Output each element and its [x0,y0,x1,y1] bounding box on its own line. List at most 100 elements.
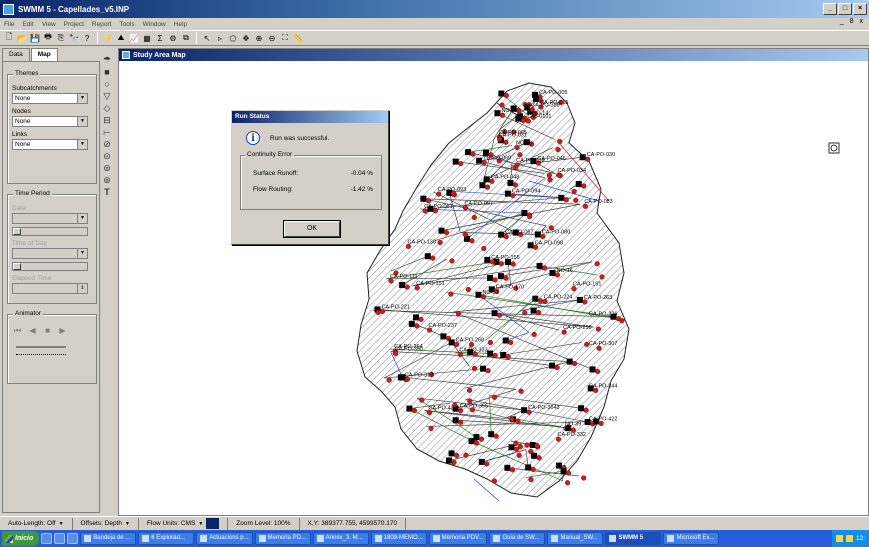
subcatchment-centroid[interactable] [498,90,505,97]
junction-node[interactable] [496,312,503,318]
links-theme-select[interactable]: None ▼ [12,139,88,150]
junction-node[interactable] [425,198,431,204]
vertex-icon[interactable]: ▹ [214,32,226,44]
play-icon[interactable]: ▶ [57,325,68,336]
label-icon[interactable]: T [102,187,113,198]
subcatchment-centroid[interactable] [476,157,483,164]
junction-node[interactable] [386,377,392,383]
menu-help[interactable]: Help [174,21,187,28]
outlet-icon[interactable]: ⊚ [102,175,113,186]
junction-node[interactable] [557,138,563,145]
print-icon[interactable]: 🖶 [42,32,54,44]
taskbar-item[interactable]: Memoria PD... [254,532,311,545]
subcatchment-centroid[interactable] [420,195,427,202]
subcatchment-centroid[interactable] [399,282,406,289]
subcatchment-centroid[interactable] [558,194,565,201]
junction-node[interactable] [458,419,464,425]
orifice-icon[interactable]: ⊝ [102,151,113,162]
junction-node[interactable] [583,407,589,413]
junction-node[interactable] [430,255,436,261]
taskbar-item[interactable]: Bandeja de ... [80,532,137,545]
graph-icon[interactable]: 📈 [128,32,140,44]
conduit-icon[interactable]: ⟝ [102,127,113,138]
junction-node[interactable] [599,274,605,280]
subcatchment-centroid[interactable] [497,273,504,280]
save-icon[interactable]: 💾 [29,32,41,44]
junction-node[interactable] [530,466,536,473]
junction-node[interactable] [572,361,578,367]
measure-icon[interactable]: 📏 [292,32,304,44]
taskbar-item[interactable]: Actuacions p... [196,532,253,545]
subcatchment-centroid[interactable] [508,444,515,451]
junction-node[interactable] [492,352,498,359]
subcatchment-centroid[interactable] [446,457,453,464]
new-icon[interactable]: 🗋 [3,32,15,44]
junction-node[interactable] [516,452,522,458]
taskbar-item[interactable]: Memoria PDV... [428,532,488,545]
back-icon[interactable]: ◀ [27,325,38,336]
subcatchment-centroid[interactable] [507,179,514,186]
time-of-day-select[interactable]: ▼ [12,248,88,259]
subcatchment-centroid[interactable] [527,242,534,249]
junction-node[interactable] [462,231,468,238]
junction-node[interactable] [499,102,505,108]
junction-node[interactable] [498,261,504,267]
subcatchment-centroid[interactable] [532,295,539,302]
subcatchment-centroid[interactable] [525,464,532,471]
chevron-down-icon[interactable]: ▼ [77,117,87,126]
subcatchment-centroid[interactable] [483,176,490,183]
subcatchment-centroid[interactable] [549,362,556,369]
subcatchment-centroid[interactable] [498,231,505,238]
junction-node[interactable] [453,452,460,458]
subcatchment-centroid[interactable] [491,310,498,317]
ok-button[interactable]: OK [284,221,340,237]
chevron-down-icon[interactable]: ▼ [125,518,130,530]
subcatchments-theme-select[interactable]: None ▼ [12,93,88,104]
junction-node[interactable] [455,311,462,317]
subcatchment-centroid[interactable] [452,158,459,165]
junction-node[interactable] [470,151,476,157]
profile-icon[interactable]: ⛰ [115,32,127,44]
junction-node[interactable] [515,418,521,424]
subcatchment-centroid[interactable] [494,110,501,117]
junction-node[interactable] [581,475,587,481]
junction-node[interactable] [478,436,485,442]
mdi-window-controls[interactable]: _ 8 x [840,18,865,25]
spin-icon[interactable]: ⇕ [77,284,87,293]
menu-project[interactable]: Project [64,21,84,28]
junction-node[interactable] [537,298,543,304]
subcatchment-centroid[interactable] [531,452,538,459]
time-slider-thumb[interactable] [13,263,21,270]
junction-node[interactable] [512,182,519,188]
junction-node[interactable] [505,354,511,360]
outfall-icon[interactable]: ▽ [102,91,113,102]
options-icon[interactable]: ⚙ [167,32,179,44]
subcatchment-centroid[interactable] [488,431,495,438]
map-window-title-bar[interactable]: Study Area Map [119,49,868,61]
subcatchment-centroid[interactable] [566,358,573,365]
subcatchment-centroid[interactable] [478,458,485,465]
subcatchment-centroid[interactable] [504,190,511,197]
subcatchment-centroid[interactable] [555,462,562,469]
full-extent-icon[interactable]: ⛶ [279,32,291,44]
storage-icon[interactable]: ⊟ [102,115,113,126]
junction-node[interactable] [541,265,548,271]
junction-node[interactable] [571,188,577,195]
weir-icon[interactable]: ⊜ [102,163,113,174]
junction-icon[interactable]: ○ [102,79,113,90]
junction-node[interactable] [485,368,491,374]
statistics-icon[interactable]: Σ [154,32,166,44]
chevron-down-icon[interactable]: ▼ [77,249,87,258]
subcatchment-centroid[interactable] [438,227,445,234]
query-icon[interactable]: ? [81,32,93,44]
subcatchment-centroid[interactable] [479,182,486,189]
junction-node[interactable] [524,442,530,448]
junction-node[interactable] [555,146,561,153]
menu-tools[interactable]: Tools [119,21,134,28]
menu-view[interactable]: View [42,21,56,28]
junction-node[interactable] [419,397,425,403]
junction-node[interactable] [404,284,410,290]
tray-network-icon[interactable] [835,535,843,542]
subcatchment-centroid[interactable] [578,405,585,412]
subcatchment-centroid[interactable] [480,365,487,372]
